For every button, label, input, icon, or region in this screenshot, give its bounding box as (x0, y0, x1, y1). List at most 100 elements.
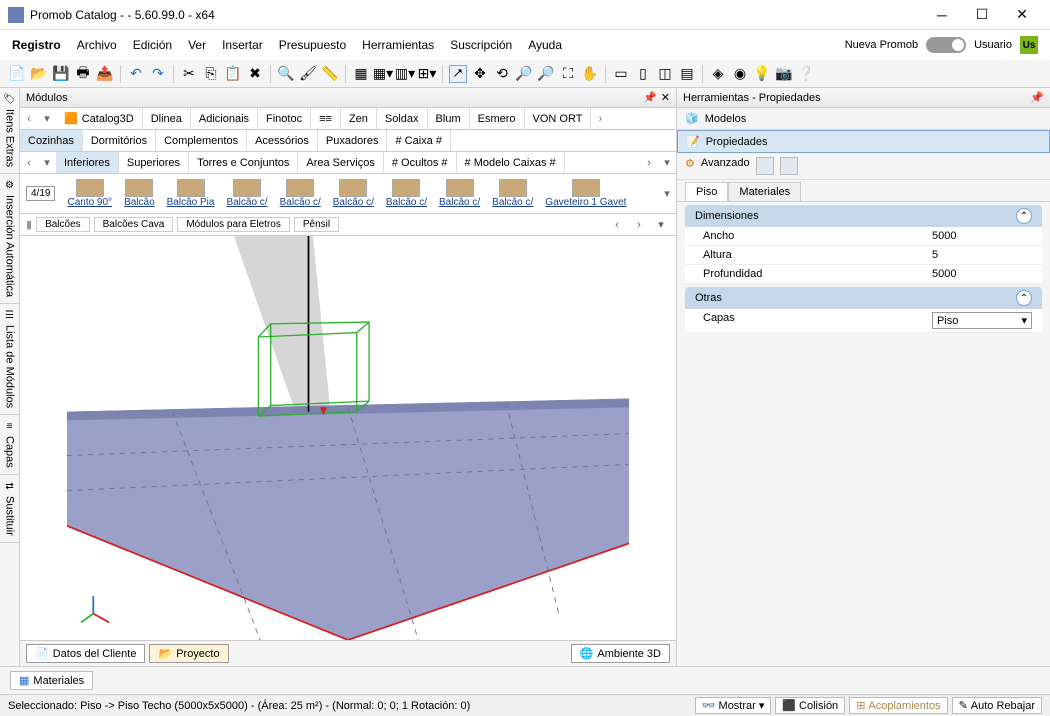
view2-icon[interactable]: ▯ (634, 65, 652, 83)
close-panel-icon[interactable]: ✕ (661, 91, 670, 104)
cut-icon[interactable]: ✂ (180, 65, 198, 83)
measure-icon[interactable]: 📏 (321, 65, 339, 83)
tab-datos-cliente[interactable]: 📄Datos del Cliente (26, 644, 145, 663)
collapse-icon[interactable]: ⌃ (1016, 290, 1032, 306)
ancho-value[interactable]: 5000 (932, 230, 1032, 242)
thumb-item[interactable]: Balcão c/ (220, 179, 273, 208)
open-icon[interactable]: 📂 (30, 65, 48, 83)
minimize-button[interactable]: ─ (922, 1, 962, 29)
acoplamientos-button[interactable]: ⊞Acoplamientos (849, 697, 947, 714)
redo-icon[interactable]: ↷ (149, 65, 167, 83)
filter-cava[interactable]: Balcões Cava (94, 217, 174, 232)
nav-modelo[interactable]: # Modelo Caixas # (457, 152, 565, 173)
thumb-item[interactable]: Balcão c/ (380, 179, 433, 208)
nav-torres[interactable]: Torres e Conjuntos (189, 152, 298, 173)
nav-next-icon[interactable]: › (640, 157, 658, 169)
nav-esmero[interactable]: Esmero (470, 108, 525, 129)
chevron-down-icon[interactable]: ▾ (658, 187, 676, 200)
menu-suscripcion[interactable]: Suscripción (450, 38, 512, 52)
mostrar-button[interactable]: 👓Mostrar▾ (695, 697, 772, 714)
nav-prev-icon[interactable]: ‹ (20, 157, 38, 169)
section-otras[interactable]: Otras⌃ (685, 287, 1042, 309)
thumb-item[interactable]: Balcão c/ (327, 179, 380, 208)
chevron-down-icon[interactable]: ▾ (652, 218, 670, 231)
help-icon[interactable]: ❔ (797, 65, 815, 83)
thumb-item[interactable]: Balcão (118, 179, 161, 208)
close-button[interactable]: ✕ (1002, 1, 1042, 29)
menu-presupuesto[interactable]: Presupuesto (279, 38, 346, 52)
tool-button[interactable] (780, 157, 798, 175)
page-indicator[interactable]: 4/19 (26, 186, 55, 201)
user-badge[interactable]: Us (1020, 36, 1038, 54)
nav-prev-icon[interactable]: ‹ (20, 113, 38, 125)
auto-rebajar-button[interactable]: ✎Auto Rebajar (952, 697, 1042, 714)
render-icon[interactable]: 💡 (753, 65, 771, 83)
sidebar-tab-insercion[interactable]: ⚙Inserción Automática (0, 174, 19, 304)
thumb-item[interactable]: Balcão Pia (161, 179, 221, 208)
capas-select[interactable]: Piso▾ (932, 312, 1032, 329)
nav-superiores[interactable]: Superiores (119, 152, 189, 173)
tab-ambiente-3d[interactable]: 🌐Ambiente 3D (571, 644, 670, 663)
box-icon[interactable]: ▦ (352, 65, 370, 83)
camera-icon[interactable]: 📷 (775, 65, 793, 83)
view3-icon[interactable]: ◫ (656, 65, 674, 83)
menu-registro[interactable]: Registro (12, 38, 61, 52)
view1-icon[interactable]: ▭ (612, 65, 630, 83)
altura-value[interactable]: 5 (932, 249, 1032, 261)
rotate-icon[interactable]: ⟲ (493, 65, 511, 83)
nav-next-icon[interactable]: › (591, 113, 609, 125)
nav-blum[interactable]: Blum (428, 108, 470, 129)
paste-icon[interactable]: 📋 (224, 65, 242, 83)
nav-inferiores[interactable]: Inferiores (56, 152, 119, 173)
export-icon[interactable]: 📤 (96, 65, 114, 83)
pin-icon[interactable]: 📌 (1030, 91, 1044, 104)
nav-soldax[interactable]: Soldax (377, 108, 428, 129)
nav-eq[interactable]: ≡≡ (311, 108, 341, 129)
view4-icon[interactable]: ▤ (678, 65, 696, 83)
colision-button[interactable]: ⬛Colisión (775, 697, 845, 714)
collapse-icon[interactable]: ⌃ (1016, 208, 1032, 224)
chevron-down-icon[interactable]: ▾ (38, 156, 56, 169)
menu-edicion[interactable]: Edición (133, 38, 172, 52)
pan-icon[interactable]: ✋ (581, 65, 599, 83)
menu-ayuda[interactable]: Ayuda (528, 38, 562, 52)
3d-viewport[interactable] (20, 236, 676, 640)
filter-eletros[interactable]: Módulos para Eletros (177, 217, 290, 232)
nav-dormitorios[interactable]: Dormitórios (83, 130, 156, 151)
sidebar-tab-lista[interactable]: ☰Lista de Módulos (0, 304, 19, 415)
grid-icon[interactable]: ⊞▾ (418, 65, 436, 83)
modelos-row[interactable]: 🧊 Modelos (677, 108, 1050, 130)
nav-cozinhas[interactable]: Cozinhas (20, 130, 83, 151)
tool-button[interactable] (756, 157, 774, 175)
copy-icon[interactable]: ⎘ (202, 65, 220, 83)
nav-puxadores[interactable]: Puxadores (318, 130, 388, 151)
maximize-button[interactable]: ☐ (962, 1, 1002, 29)
thumb-item[interactable]: Gaveteiro 1 Gavet (539, 179, 632, 208)
fit-icon[interactable]: ⛶ (559, 65, 577, 83)
nav-prev-icon[interactable]: ‹ (608, 219, 626, 231)
nav-adicionais[interactable]: Adicionais (191, 108, 258, 129)
nav-caixa[interactable]: # Caixa # (387, 130, 450, 151)
menu-archivo[interactable]: Archivo (77, 38, 117, 52)
shade-icon[interactable]: ◉ (731, 65, 749, 83)
zoom-icon[interactable]: 🔎 (515, 65, 533, 83)
nav-dlinea[interactable]: Dlinea (143, 108, 191, 129)
menu-ver[interactable]: Ver (188, 38, 206, 52)
chevron-down-icon[interactable]: ▾ (658, 156, 676, 169)
sidebar-tab-itens[interactable]: 🏷Itens Extras (0, 88, 19, 174)
search-icon[interactable]: 🔍 (277, 65, 295, 83)
zoom-out-icon[interactable]: 🔎 (537, 65, 555, 83)
pin-icon[interactable]: 📌 (643, 91, 657, 104)
undo-icon[interactable]: ↶ (127, 65, 145, 83)
tab-piso[interactable]: Piso (685, 182, 728, 201)
tab-proyecto[interactable]: 📂Proyecto (149, 644, 228, 663)
section-dimensiones[interactable]: Dimensiones⌃ (685, 205, 1042, 227)
nav-vonort[interactable]: VON ORT (525, 108, 592, 129)
avanzado-label[interactable]: Avanzado (701, 157, 750, 175)
wire-icon[interactable]: ◈ (709, 65, 727, 83)
sidebar-tab-sustituir[interactable]: ⇄Sustituir (0, 475, 19, 543)
pointer-icon[interactable]: ⭧ (449, 65, 467, 83)
propiedades-row[interactable]: 📝 Propiedades (677, 130, 1050, 153)
stack-icon[interactable]: ▥▾ (396, 65, 414, 83)
sidebar-tab-capas[interactable]: ≡Capas (0, 415, 19, 475)
